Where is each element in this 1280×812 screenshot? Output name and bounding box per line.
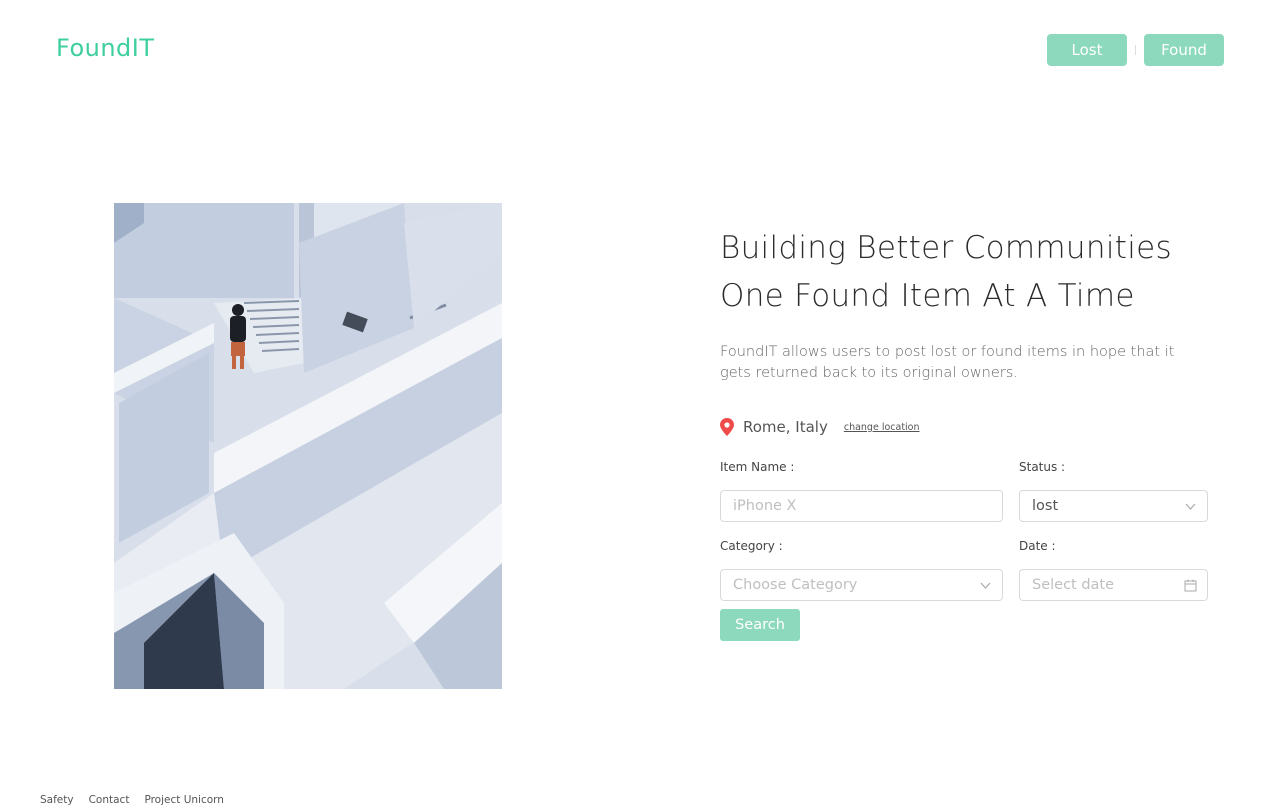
page: FoundIT Lost Found Building Better Commu… bbox=[0, 0, 1280, 812]
headline-line-2: One Found Item At A Time bbox=[720, 278, 1135, 314]
search-button[interactable]: Search bbox=[720, 609, 800, 641]
calendar-icon bbox=[1184, 579, 1197, 592]
category-label: Category : bbox=[720, 539, 783, 553]
item-name-input[interactable]: iPhone X bbox=[720, 490, 1003, 522]
category-select[interactable]: Choose Category bbox=[720, 569, 1003, 601]
location-row: Rome, Italy change location bbox=[720, 418, 1220, 436]
found-button[interactable]: Found bbox=[1144, 34, 1224, 66]
brand-logo[interactable]: FoundIT bbox=[56, 34, 155, 62]
footer-link-safety[interactable]: Safety bbox=[40, 794, 74, 806]
status-select[interactable]: lost bbox=[1019, 490, 1208, 522]
map-pin-icon bbox=[720, 418, 734, 436]
maze-illustration bbox=[114, 203, 502, 689]
status-label: Status : bbox=[1019, 460, 1066, 474]
location-text: Rome, Italy bbox=[743, 418, 828, 436]
page-title: Building Better Communities One Found It… bbox=[720, 224, 1220, 320]
nav-divider bbox=[1135, 45, 1136, 55]
top-nav: Lost Found bbox=[1047, 34, 1224, 66]
status-select-value: lost bbox=[1032, 498, 1059, 514]
date-picker-placeholder: Select date bbox=[1032, 577, 1115, 593]
hero-section: Building Better Communities One Found It… bbox=[720, 224, 1220, 436]
footer-link-project-unicorn[interactable]: Project Unicorn bbox=[144, 794, 224, 806]
hero-description: FoundIT allows users to post lost or fou… bbox=[720, 344, 1175, 381]
chevron-down-icon bbox=[980, 582, 991, 589]
change-location-link[interactable]: change location bbox=[844, 422, 920, 433]
footer-link-contact[interactable]: Contact bbox=[89, 794, 130, 806]
lost-button[interactable]: Lost bbox=[1047, 34, 1127, 66]
date-label: Date : bbox=[1019, 539, 1056, 553]
category-select-placeholder: Choose Category bbox=[733, 577, 858, 593]
hero-image bbox=[114, 203, 502, 689]
chevron-down-icon bbox=[1185, 503, 1196, 510]
footer: Safety Contact Project Unicorn bbox=[40, 794, 224, 806]
date-picker[interactable]: Select date bbox=[1019, 569, 1208, 601]
item-name-label: Item Name : bbox=[720, 460, 795, 474]
headline-line-1: Building Better Communities bbox=[720, 230, 1172, 266]
